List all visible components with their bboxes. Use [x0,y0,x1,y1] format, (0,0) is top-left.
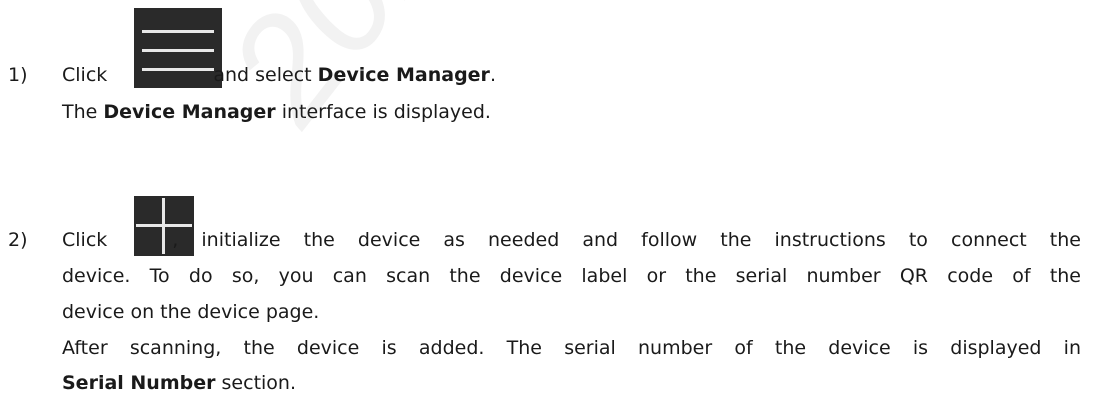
step-2-line-4: After scanning, the device is added. The… [62,337,1081,359]
step-2-number: 2) [8,229,28,251]
step-1-after-icon-text: and select [213,64,312,86]
step-2-line-3-text: device on the device page. [62,301,320,323]
step-1-result-text: interface is displayed. [281,101,491,123]
step-2-click-text: Click [62,229,108,251]
step-1-instruction: Click and select Device Manager. [62,64,496,86]
step-2-line-3: device on the device page. [62,301,319,323]
step-2-line-2: device. To do so, you can scan the devic… [62,265,1081,287]
step-1-result: The Device Manager interface is displaye… [62,101,491,123]
step-2-result-text: section. [221,372,297,394]
step-1-period: . [489,64,496,86]
step-2-line-1-text: , initialize the device as needed and fo… [172,229,1081,251]
step-2-line-2-text: device. To do so, you can scan the devic… [62,265,1081,287]
step-2-result: Serial Number section. [62,372,296,394]
step-1-result-target: Device Manager [103,101,276,123]
step-2-line-4-text: After scanning, the device is added. The… [62,337,1081,359]
step-2-result-target: Serial Number [62,372,216,394]
step-1-target: Device Manager [317,64,490,86]
step-1-click-text: Click [62,64,108,86]
step-2-line-1: Click , initialize the device as needed a… [62,229,1081,251]
step-1-number: 1) [8,64,28,86]
